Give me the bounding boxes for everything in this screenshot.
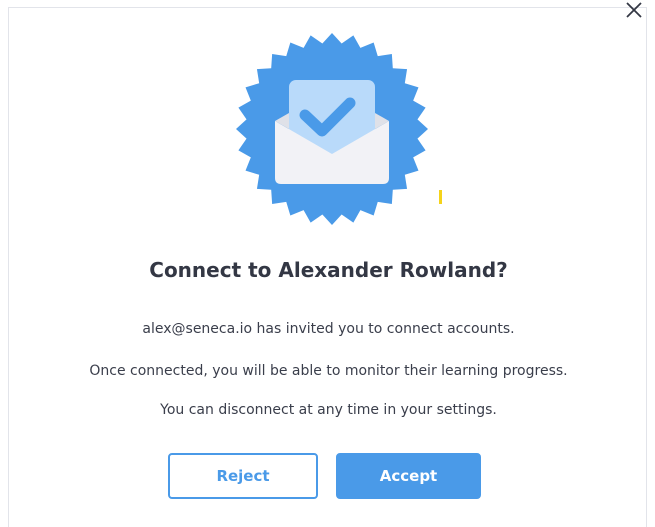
cursor-marker xyxy=(439,190,442,204)
connect-dialog: Connect to Alexander Rowland? alex@senec… xyxy=(8,2,647,527)
dialog-title: Connect to Alexander Rowland? xyxy=(149,258,508,282)
close-icon[interactable] xyxy=(624,0,644,20)
disconnect-text: You can disconnect at any time in your s… xyxy=(160,402,497,418)
monitor-text: Once connected, you will be able to moni… xyxy=(89,363,568,379)
accept-button[interactable]: Accept xyxy=(336,453,481,499)
reject-button[interactable]: Reject xyxy=(168,453,318,499)
envelope-check-badge-icon xyxy=(232,29,432,229)
invite-text: alex@seneca.io has invited you to connec… xyxy=(142,321,515,337)
